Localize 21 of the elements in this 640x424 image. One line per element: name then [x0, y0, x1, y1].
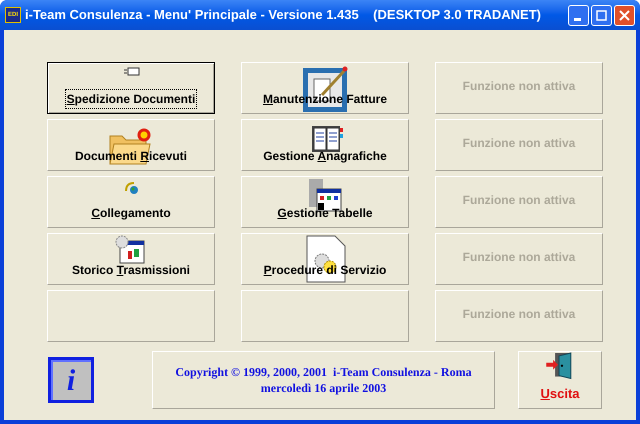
exit-button[interactable]: Uscita [518, 351, 602, 409]
menu-button[interactable]: Collegamento [47, 176, 215, 228]
maximize-button[interactable] [591, 4, 612, 26]
empty-button[interactable] [241, 290, 409, 342]
minimize-button[interactable] [568, 4, 589, 26]
close-icon [619, 10, 630, 20]
info-button[interactable]: i [48, 357, 94, 403]
copyright-text: Copyright © 1999, 2000, 2001 i-Team Consulenza - Roma [175, 364, 472, 380]
menu-button[interactable]: Gestione Anagrafiche [241, 119, 409, 171]
card-icon [124, 67, 140, 77]
phone-globe-icon [124, 181, 140, 195]
maximize-icon [596, 10, 607, 20]
copyright-text: mercoledì 16 aprile 2003 [260, 380, 386, 396]
close-button[interactable] [614, 4, 635, 26]
empty-button[interactable] [47, 290, 215, 342]
menu-button[interactable]: Storico Trasmissioni [47, 233, 215, 285]
menu-button[interactable]: Spedizione Documenti [47, 62, 215, 114]
window-title: i-Team Consulenza - Menu' Principale - Versione 1.435 (DESKTOP 3.0 TRADANET) [25, 6, 541, 24]
gear-window-icon [114, 235, 146, 265]
minimize-icon [574, 18, 580, 20]
menu-button[interactable]: Gestione Tabelle [241, 176, 409, 228]
